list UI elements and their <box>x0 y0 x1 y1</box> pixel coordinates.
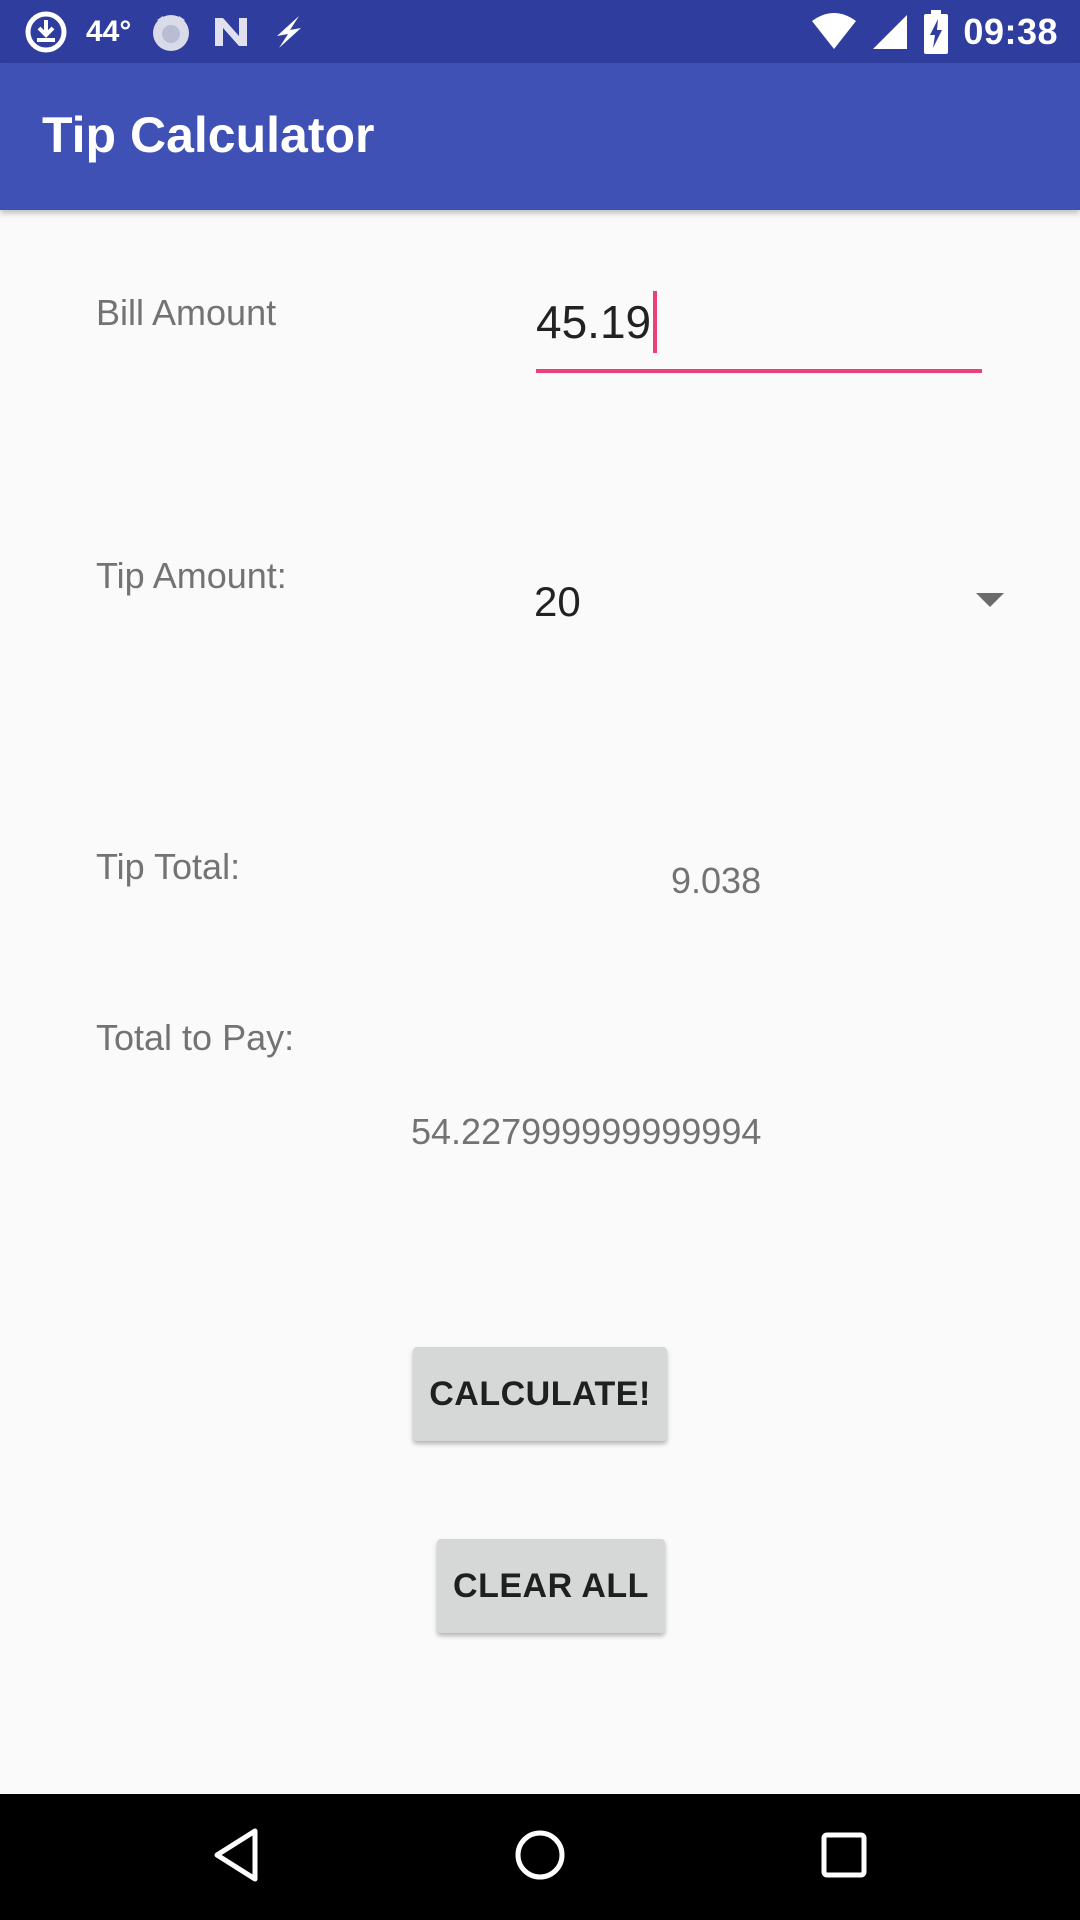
status-bar: 44° 09:38 <box>0 0 1080 63</box>
status-bar-right: 09:38 <box>811 0 1058 63</box>
back-button[interactable] <box>156 1794 316 1920</box>
tip-amount-label: Tip Amount: <box>96 555 287 596</box>
text-cursor <box>653 291 658 353</box>
n-logo-icon <box>211 12 251 52</box>
status-bar-left: 44° <box>24 0 309 63</box>
temperature-text: 44° <box>86 14 132 48</box>
tip-amount-selected: 20 <box>534 578 581 625</box>
app-title: Tip Calculator <box>42 107 375 163</box>
total-to-pay-value: 54.227999999999994 <box>411 1111 762 1152</box>
bill-amount-input[interactable]: 45.19 <box>536 285 982 373</box>
total-to-pay-label: Total to Pay: <box>96 1017 295 1058</box>
dropdown-arrow-icon <box>976 593 1004 607</box>
bill-amount-value: 45.19 <box>536 296 652 348</box>
tip-total-label: Tip Total: <box>96 846 241 887</box>
download-circle-icon <box>24 10 68 54</box>
tip-total-value: 9.038 <box>671 860 762 901</box>
cell-signal-icon <box>871 13 909 51</box>
back-icon <box>211 1827 261 1888</box>
home-button[interactable] <box>460 1794 620 1920</box>
battery-charging-icon <box>923 9 949 54</box>
wifi-icon <box>811 12 857 51</box>
clock-text: 09:38 <box>963 10 1058 52</box>
home-icon <box>513 1828 567 1887</box>
bill-amount-label: Bill Amount <box>96 292 277 333</box>
lightning-icon <box>269 12 309 52</box>
tip-amount-spinner[interactable]: 20 <box>534 560 1010 636</box>
cat-face-icon <box>149 10 193 54</box>
navigation-bar <box>0 1794 1080 1920</box>
calculate-button[interactable]: CALCULATE! <box>413 1347 667 1441</box>
app-bar: Tip Calculator <box>0 63 1080 210</box>
recents-icon <box>820 1831 868 1884</box>
clear-all-button[interactable]: CLEAR ALL <box>437 1539 665 1633</box>
recents-button[interactable] <box>764 1794 924 1920</box>
